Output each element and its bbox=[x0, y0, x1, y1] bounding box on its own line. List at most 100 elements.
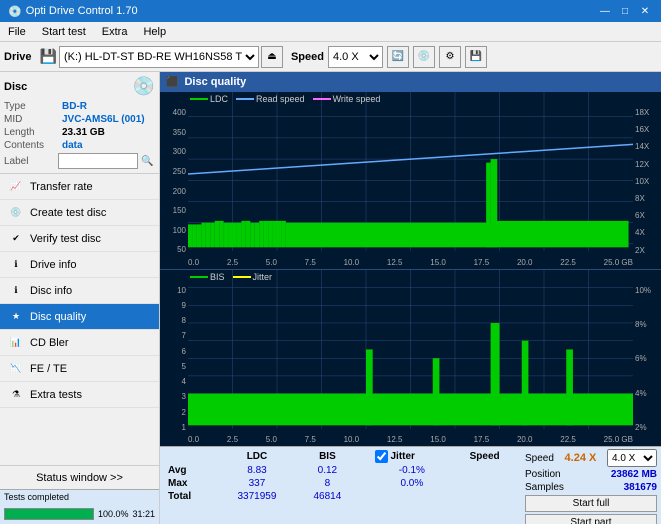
menu-help[interactable]: Help bbox=[135, 24, 174, 40]
drive-info-icon: ℹ bbox=[8, 257, 24, 273]
disc-contents-value: data bbox=[62, 140, 83, 151]
jitter-checkbox[interactable] bbox=[375, 450, 388, 463]
speed-ref-select[interactable]: 4.0 X bbox=[607, 449, 657, 467]
max-jitter: 0.0% bbox=[371, 477, 452, 490]
menubar: File Start test Extra Help bbox=[0, 22, 661, 42]
disc-contents-label: Contents bbox=[4, 140, 62, 151]
nav-extra-tests[interactable]: ⚗ Extra tests bbox=[0, 382, 159, 408]
bx-2.5: 2.5 bbox=[227, 435, 238, 444]
drive-select[interactable]: (K:) HL-DT-ST BD-RE WH16NS58 TST4 bbox=[59, 46, 259, 68]
start-full-button[interactable]: Start full bbox=[525, 495, 657, 512]
x-20: 20.0 bbox=[517, 258, 533, 267]
save-button[interactable]: 💾 bbox=[465, 46, 487, 68]
menu-start-test[interactable]: Start test bbox=[34, 24, 94, 40]
start-part-button[interactable]: Start part bbox=[525, 514, 657, 524]
speed-cur-value: 4.24 X bbox=[565, 452, 597, 464]
y-right-8x: 8X bbox=[635, 194, 645, 203]
total-label: Total bbox=[164, 490, 217, 503]
nav-create-test-disc-label: Create test disc bbox=[30, 207, 106, 219]
by-right-6pct: 6% bbox=[635, 354, 647, 363]
app-icon: 💿 bbox=[8, 5, 22, 18]
disc-type-row: Type BD-R bbox=[4, 101, 155, 112]
minimize-button[interactable]: — bbox=[597, 4, 613, 18]
col-label bbox=[164, 449, 217, 464]
app-title: Opti Drive Control 1.70 bbox=[26, 5, 138, 17]
progress-percent: 100.0% bbox=[98, 509, 129, 519]
menu-extra[interactable]: Extra bbox=[94, 24, 136, 40]
eject-button[interactable]: ⏏ bbox=[261, 46, 283, 68]
read-speed-legend: Read speed bbox=[236, 94, 305, 104]
status-window-button[interactable]: Status window >> bbox=[0, 465, 159, 489]
progress-bar-outer bbox=[4, 508, 94, 520]
nav-extra-tests-label: Extra tests bbox=[30, 389, 82, 401]
write-speed-legend-label: Write speed bbox=[333, 94, 381, 104]
bis-legend-color bbox=[190, 276, 208, 278]
total-empty bbox=[358, 490, 372, 503]
chart-titlebar: ⬛ Disc quality bbox=[160, 72, 661, 92]
label-icon-button[interactable]: 🔍 bbox=[140, 153, 155, 169]
samples-value: 381679 bbox=[624, 482, 657, 493]
y-right-2x: 2X bbox=[635, 246, 645, 255]
nav-fe-te-label: FE / TE bbox=[30, 363, 67, 375]
disc-label-label: Label bbox=[4, 156, 58, 167]
menu-file[interactable]: File bbox=[0, 24, 34, 40]
nav-cd-bler[interactable]: 📊 CD Bler bbox=[0, 330, 159, 356]
max-speed bbox=[452, 477, 517, 490]
stats-avg-row: Avg 8.83 0.12 -0.1% bbox=[164, 464, 517, 477]
samples-row: Samples 381679 bbox=[525, 482, 657, 493]
col-speed: Speed bbox=[452, 449, 517, 464]
y-right-14x: 14X bbox=[635, 142, 649, 151]
samples-label: Samples bbox=[525, 482, 564, 493]
y-right-10x: 10X bbox=[635, 177, 649, 186]
nav-transfer-rate-label: Transfer rate bbox=[30, 181, 93, 193]
x-2.5: 2.5 bbox=[227, 258, 238, 267]
nav-disc-quality[interactable]: ★ Disc quality bbox=[0, 304, 159, 330]
top-x-axis: 0.0 2.5 5.0 7.5 10.0 12.5 15.0 17.5 20.0… bbox=[188, 258, 633, 267]
left-panel: Disc 💿 Type BD-R MID JVC-AMS6L (001) Len… bbox=[0, 72, 160, 524]
disc-mid-row: MID JVC-AMS6L (001) bbox=[4, 114, 155, 125]
disc-label-row: Label 🔍 bbox=[4, 153, 155, 169]
avg-speed bbox=[452, 464, 517, 477]
progress-row: 100.0% 31:21 bbox=[0, 504, 159, 524]
x-25: 25.0 GB bbox=[604, 258, 633, 267]
disc-type-label: Type bbox=[4, 101, 62, 112]
right-stats: Speed 4.24 X 4.0 X Position 23862 MB Sam… bbox=[521, 447, 661, 524]
disc-section: Disc 💿 Type BD-R MID JVC-AMS6L (001) Len… bbox=[0, 72, 159, 174]
x-0: 0.0 bbox=[188, 258, 199, 267]
y-right-6x: 6X bbox=[635, 211, 645, 220]
stats-table-section: LDC BIS Jitter Speed bbox=[160, 447, 521, 524]
bx-25: 25.0 GB bbox=[604, 435, 633, 444]
bx-12.5: 12.5 bbox=[387, 435, 403, 444]
speed-select[interactable]: 4.0 X 2.0 X 8.0 X bbox=[328, 46, 383, 68]
disc-info-icon: ℹ bbox=[8, 283, 24, 299]
jitter-legend: Jitter bbox=[233, 272, 273, 282]
top-chart-container: 400 350 300 250 200 150 100 50 LDC bbox=[160, 92, 661, 270]
close-button[interactable]: ✕ bbox=[637, 4, 653, 18]
write-speed-legend-color bbox=[313, 98, 331, 100]
by-label-5: 5 bbox=[182, 362, 186, 371]
nav-fe-te[interactable]: 📉 FE / TE bbox=[0, 356, 159, 382]
bottom-y-axis-right: 10% 8% 6% 4% 2% bbox=[633, 270, 661, 447]
chart-title: Disc quality bbox=[184, 76, 246, 88]
avg-empty bbox=[358, 464, 372, 477]
progress-time: 31:21 bbox=[132, 509, 155, 519]
toolbar: Drive 💾 (K:) HL-DT-ST BD-RE WH16NS58 TST… bbox=[0, 42, 661, 72]
nav-drive-info[interactable]: ℹ Drive info bbox=[0, 252, 159, 278]
disc-button[interactable]: 💿 bbox=[413, 46, 435, 68]
refresh-button[interactable]: 🔄 bbox=[387, 46, 409, 68]
cd-bler-icon: 📊 bbox=[8, 335, 24, 351]
nav-transfer-rate[interactable]: 📈 Transfer rate bbox=[0, 174, 159, 200]
maximize-button[interactable]: □ bbox=[617, 4, 633, 18]
max-empty bbox=[358, 477, 372, 490]
nav-create-test-disc[interactable]: 💿 Create test disc bbox=[0, 200, 159, 226]
disc-label-input[interactable] bbox=[58, 153, 138, 169]
settings-button[interactable]: ⚙ bbox=[439, 46, 461, 68]
titlebar-controls: — □ ✕ bbox=[597, 4, 653, 18]
nav-verify-test-disc[interactable]: ✔ Verify test disc bbox=[0, 226, 159, 252]
avg-jitter: -0.1% bbox=[371, 464, 452, 477]
transfer-rate-icon: 📈 bbox=[8, 179, 24, 195]
col-empty bbox=[358, 449, 372, 464]
nav-disc-info[interactable]: ℹ Disc info bbox=[0, 278, 159, 304]
total-ldc: 3371959 bbox=[217, 490, 297, 503]
nav-disc-info-label: Disc info bbox=[30, 285, 72, 297]
